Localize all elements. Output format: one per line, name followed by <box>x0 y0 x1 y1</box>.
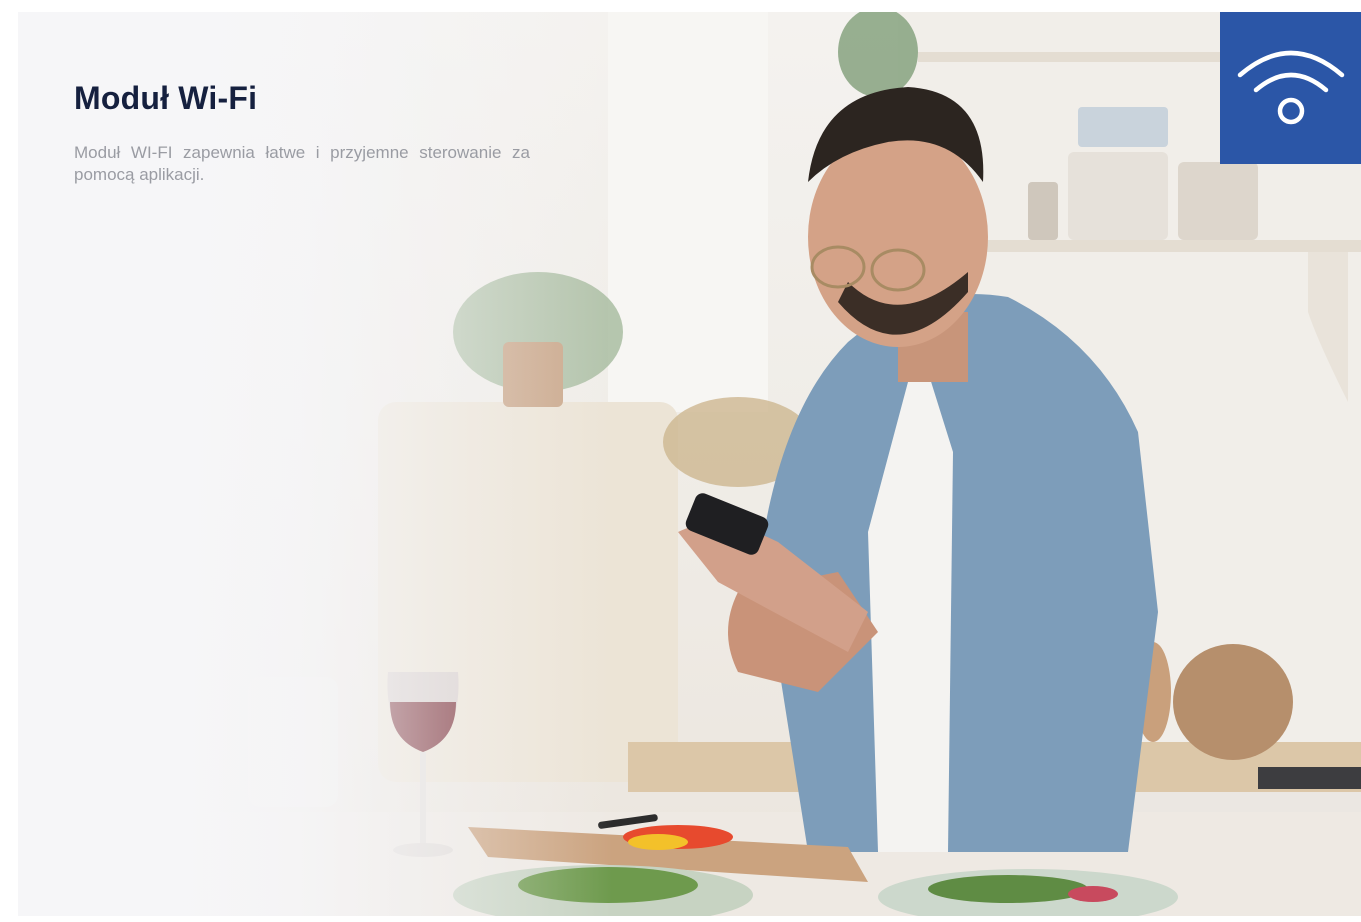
wifi-badge <box>1220 12 1361 164</box>
section-description: Moduł WI-FI zapewnia łatwe i przyjemne s… <box>74 143 530 184</box>
section-title: Moduł Wi-Fi <box>74 80 258 116</box>
top-margin <box>0 0 1361 12</box>
left-margin <box>0 0 18 922</box>
wifi-module-section: Moduł Wi-Fi Moduł WI-FI zapewnia łatwe i… <box>0 0 1361 922</box>
wifi-icon <box>1234 45 1348 132</box>
bottom-margin <box>0 916 1361 922</box>
